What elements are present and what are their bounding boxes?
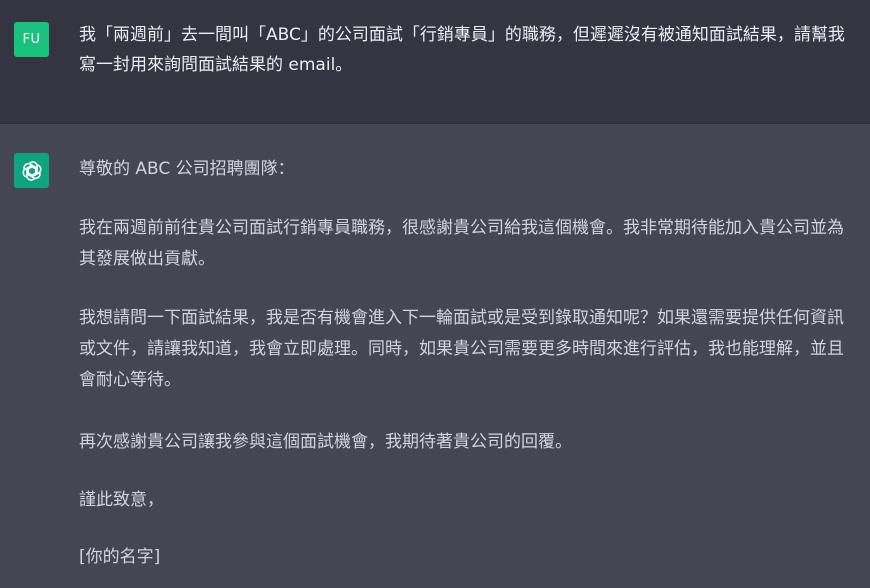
user-avatar: FU <box>14 22 49 57</box>
assistant-avatar <box>14 153 49 188</box>
user-message-text: 我「兩週前」去一間叫「ABC」的公司面試「行銷專員」的職務，但遲遲沒有被通知面試… <box>79 25 845 75</box>
openai-logo-icon <box>21 160 42 181</box>
user-avatar-initials: FU <box>22 32 41 47</box>
email-signature: [你的名字] <box>79 547 161 567</box>
email-closing: 謹此致意， <box>79 490 164 510</box>
email-greeting: 尊敬的 ABC 公司招聘團隊： <box>79 159 295 179</box>
email-paragraph-3: 再次感謝貴公司讓我參與這個面試機會，我期待著貴公司的回覆。 <box>79 432 572 452</box>
user-message-row: FU 我「兩週前」去一間叫「ABC」的公司面試「行銷專員」的職務，但遲遲沒有被通… <box>0 0 870 124</box>
email-paragraph-1: 我在兩週前前往貴公司面試行銷專員職務，很感謝貴公司給我這個機會。我非常期待能加入… <box>79 218 844 269</box>
email-paragraph-2: 我想請問一下面試結果，我是否有機會進入下一輪面試或是受到錄取通知呢？如果還需要提… <box>79 308 844 390</box>
assistant-message-row: 尊敬的 ABC 公司招聘團隊： 我在兩週前前往貴公司面試行銷專員職務，很感謝貴公… <box>0 124 870 588</box>
